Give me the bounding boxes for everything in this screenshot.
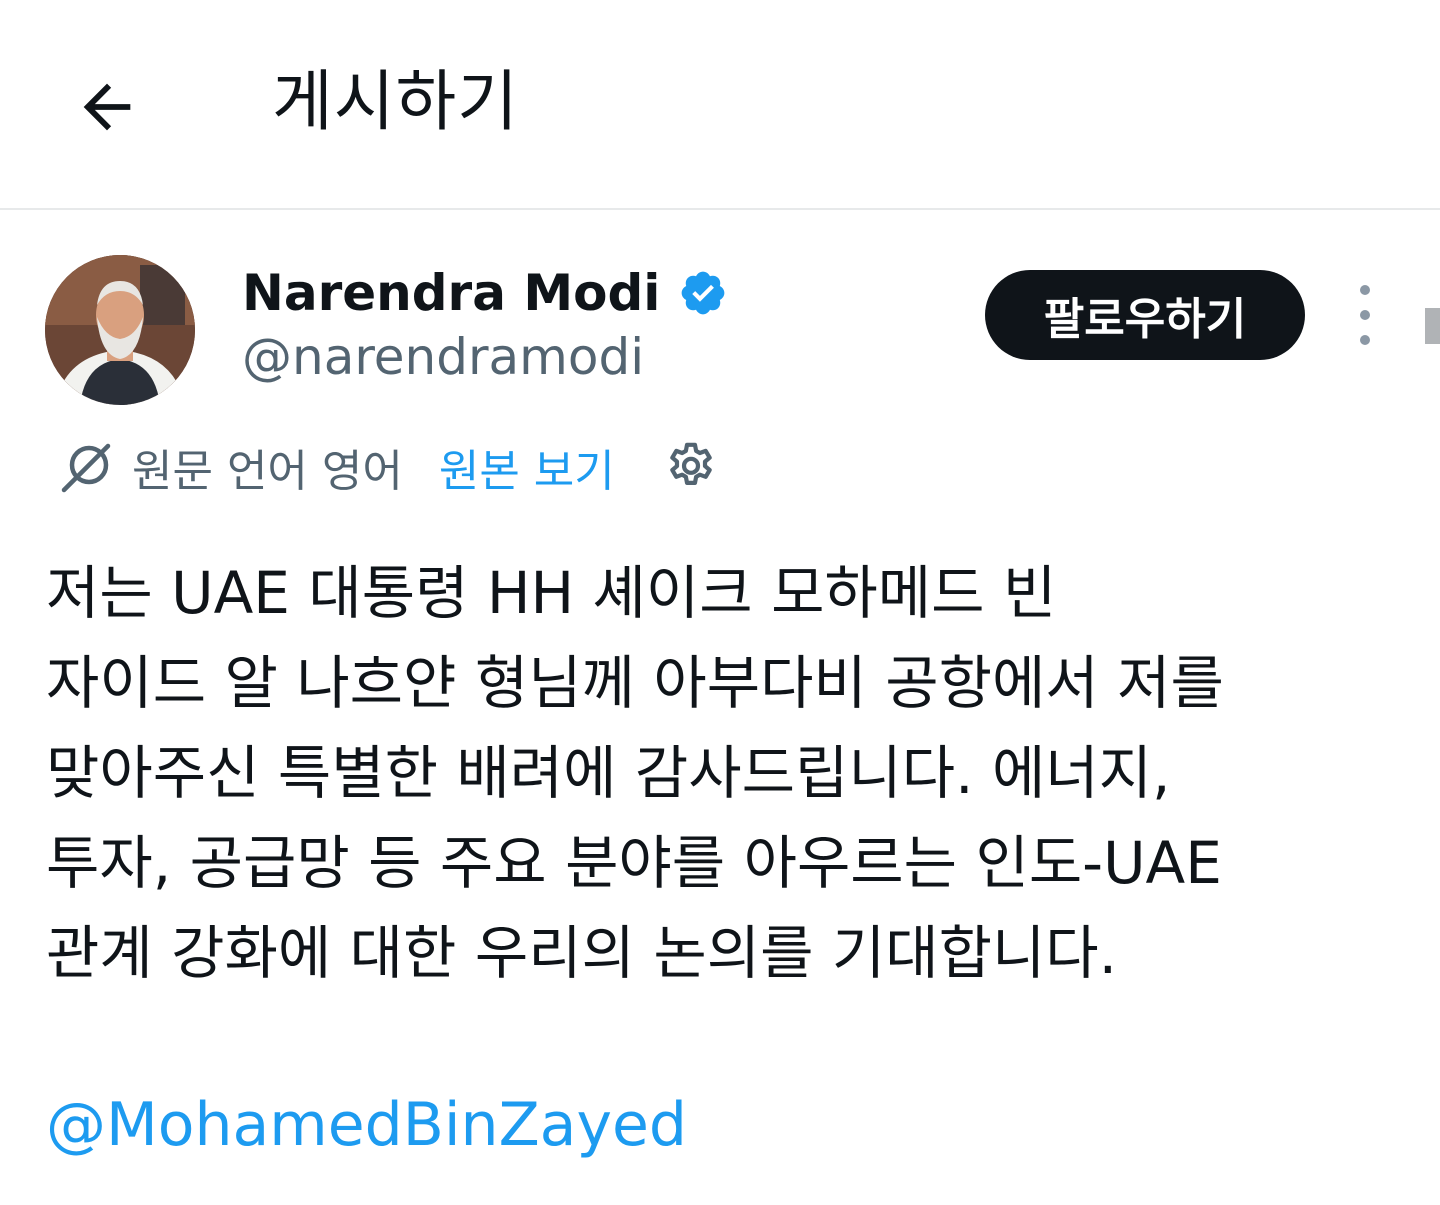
tweet-text: 저는 UAE 대통령 HH 셰이크 모하메드 빈 자이드 알 나흐얀 형님께 아…	[46, 548, 1406, 998]
profile-photo	[45, 255, 195, 405]
follow-button[interactable]: 팔로우하기	[985, 270, 1305, 360]
mention-link[interactable]: @MohamedBinZayed	[46, 1090, 687, 1160]
more-vertical-icon	[1360, 285, 1370, 295]
more-dot	[1360, 310, 1370, 320]
avatar[interactable]	[45, 255, 195, 405]
arrow-left-icon	[83, 83, 131, 131]
view-original-link[interactable]: 원본 보기	[439, 435, 615, 499]
tweet-text-line: 투자, 공급망 등 주요 분야를 아우르는 인도-UAE	[46, 829, 1222, 897]
verified-badge-icon	[678, 268, 728, 318]
translation-bar: 원문 언어 영어 원본 보기	[58, 430, 719, 504]
more-dot	[1360, 335, 1370, 345]
display-name[interactable]: Narendra Modi	[242, 264, 660, 322]
author-name-row[interactable]: Narendra Modi	[242, 260, 728, 326]
translate-icon	[61, 443, 111, 493]
tweet-text-line: 자이드 알 나흐얀 형님께 아부다비 공항에서 저를	[46, 649, 1224, 717]
top-bar: 게시하기	[0, 0, 1440, 210]
tweet-text-line: 저는 UAE 대통령 HH 셰이크 모하메드 빈	[46, 559, 1057, 627]
gear-icon[interactable]	[663, 439, 719, 495]
author-handle[interactable]: @narendramodi	[242, 328, 644, 386]
page-title: 게시하기	[272, 63, 519, 140]
translation-source-label: 원문 언어 영어	[132, 446, 403, 497]
back-button[interactable]	[62, 62, 152, 152]
more-options-button[interactable]	[1345, 285, 1385, 345]
scrollbar-thumb[interactable]	[1425, 308, 1440, 344]
tweet-text-line: 관계 강화에 대한 우리의 논의를 기대합니다.	[46, 919, 1118, 987]
tweet-text-line: 맞아주신 특별한 배려에 감사드립니다. 에너지,	[46, 739, 1171, 807]
